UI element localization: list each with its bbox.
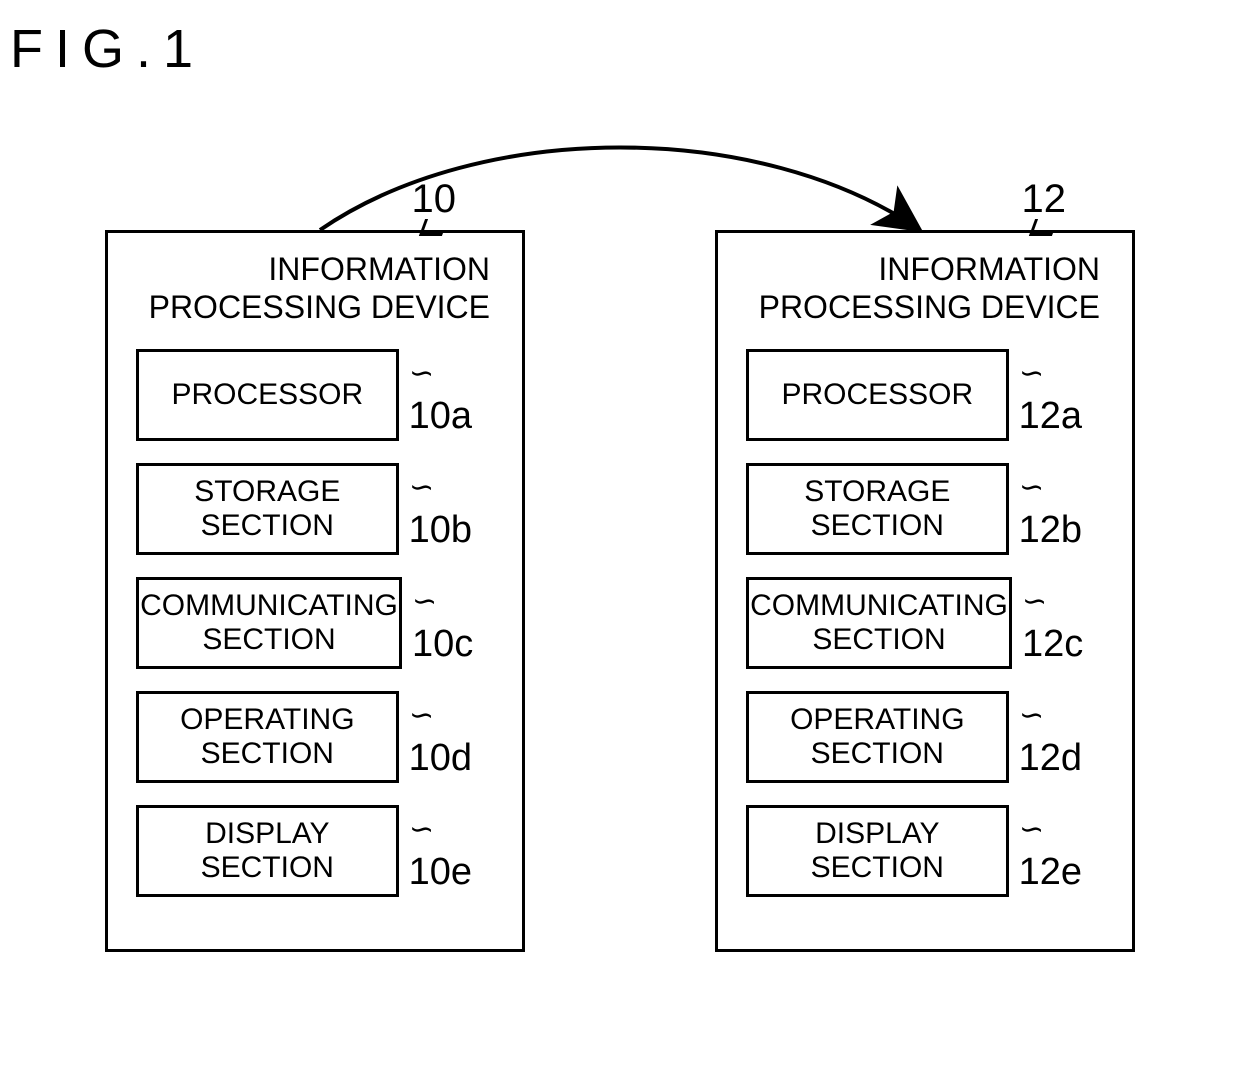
component-10e: DISPLAY SECTION ∼10e	[136, 805, 494, 897]
component-box: STORAGE SECTION	[746, 463, 1009, 555]
device-10-ref: 10	[412, 177, 457, 222]
component-10a: PROCESSOR ∼10a	[136, 349, 494, 441]
device-10-title-line2: PROCESSING DEVICE	[149, 289, 490, 325]
component-12c: COMMUNICATING SECTION ∼12c	[746, 577, 1104, 669]
device-12-ref: 12	[1022, 177, 1067, 222]
device-12-title: INFORMATION PROCESSING DEVICE	[746, 251, 1104, 327]
device-10-title: INFORMATION PROCESSING DEVICE	[136, 251, 494, 327]
device-12-title-line2: PROCESSING DEVICE	[759, 289, 1100, 325]
component-12e: DISPLAY SECTION ∼12e	[746, 805, 1104, 897]
component-box: OPERATING SECTION	[136, 691, 399, 783]
component-box: PROCESSOR	[136, 349, 399, 441]
component-10c: COMMUNICATING SECTION ∼10c	[136, 577, 494, 669]
device-12-title-line1: INFORMATION	[878, 251, 1100, 287]
device-10-title-line1: INFORMATION	[268, 251, 490, 287]
component-12b: STORAGE SECTION ∼12b	[746, 463, 1104, 555]
devices-row: 10 INFORMATION PROCESSING DEVICE PROCESS…	[0, 230, 1240, 952]
component-ref: ∼12b	[1019, 466, 1104, 552]
component-10b: STORAGE SECTION ∼10b	[136, 463, 494, 555]
component-ref: ∼12a	[1019, 352, 1104, 438]
component-box: COMMUNICATING SECTION	[746, 577, 1012, 669]
component-ref: ∼10d	[409, 694, 494, 780]
component-12a: PROCESSOR ∼12a	[746, 349, 1104, 441]
device-10: 10 INFORMATION PROCESSING DEVICE PROCESS…	[105, 230, 525, 952]
device-12: 12 INFORMATION PROCESSING DEVICE PROCESS…	[715, 230, 1135, 952]
component-box: DISPLAY SECTION	[136, 805, 399, 897]
figure-title: FIG.1	[10, 18, 205, 80]
component-12d: OPERATING SECTION ∼12d	[746, 691, 1104, 783]
component-box: PROCESSOR	[746, 349, 1009, 441]
component-ref: ∼10a	[409, 352, 494, 438]
component-box: DISPLAY SECTION	[746, 805, 1009, 897]
component-ref: ∼12c	[1022, 580, 1104, 666]
component-box: COMMUNICATING SECTION	[136, 577, 402, 669]
component-ref: ∼10e	[409, 808, 494, 894]
component-10d: OPERATING SECTION ∼10d	[136, 691, 494, 783]
component-ref: ∼10b	[409, 466, 494, 552]
component-ref: ∼12d	[1019, 694, 1104, 780]
component-ref: ∼12e	[1019, 808, 1104, 894]
component-box: OPERATING SECTION	[746, 691, 1009, 783]
component-box: STORAGE SECTION	[136, 463, 399, 555]
component-ref: ∼10c	[412, 580, 494, 666]
